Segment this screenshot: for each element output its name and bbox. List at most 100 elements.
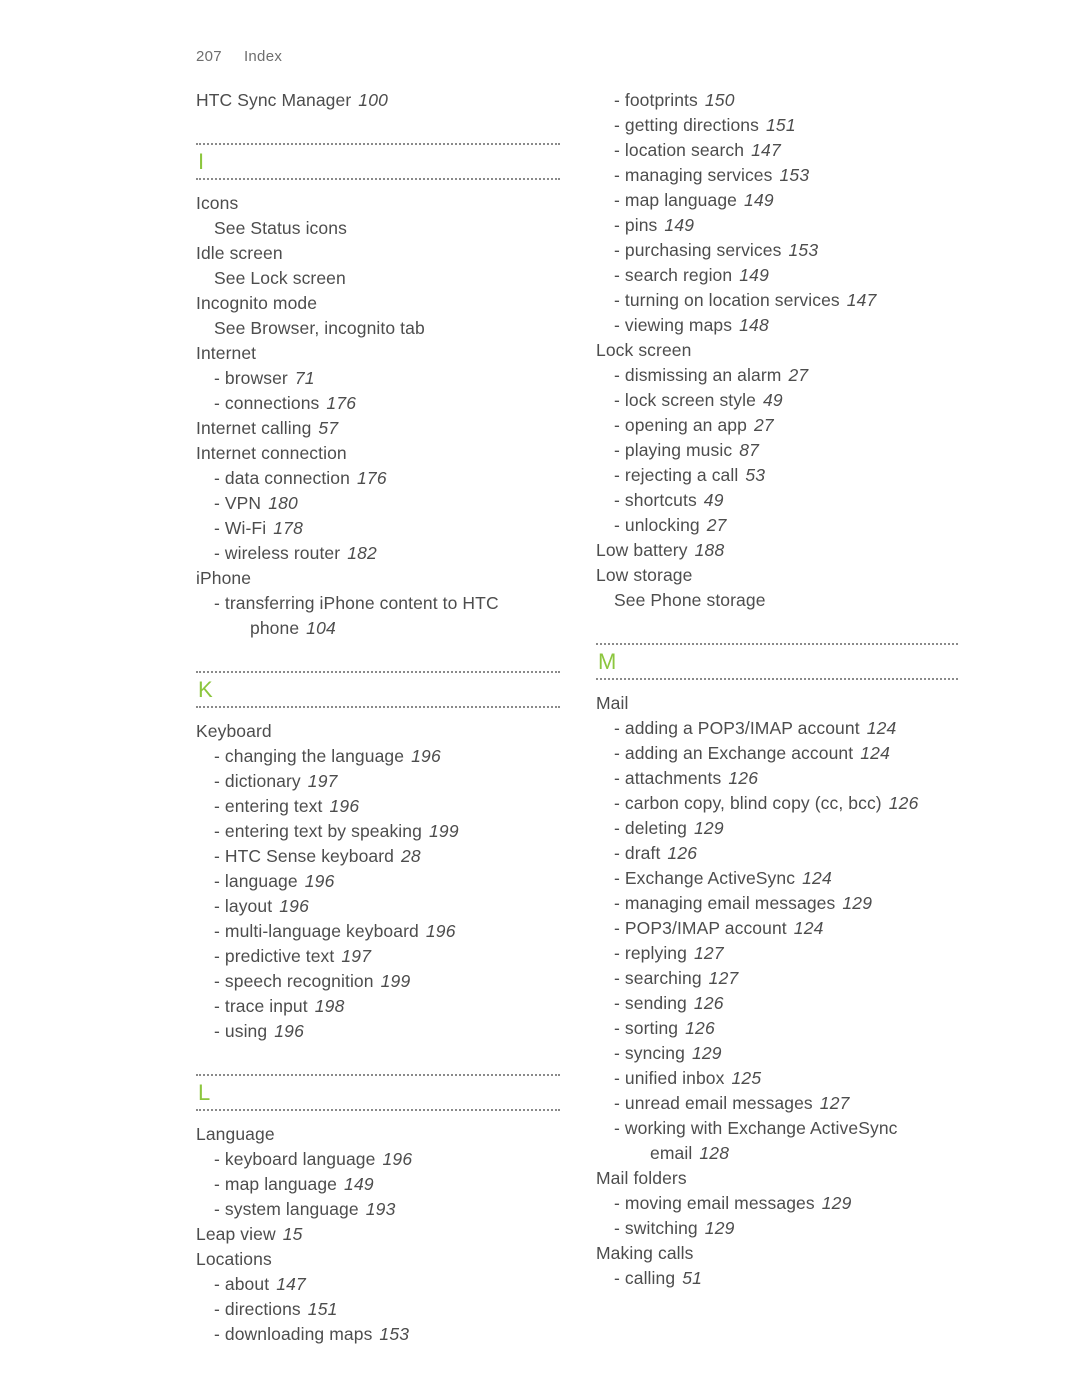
index-entry-label: - unified inbox — [614, 1068, 725, 1088]
index-entry-downloading-maps: - downloading maps 153 — [196, 1322, 560, 1347]
index-entry-label: - lock screen style — [614, 390, 756, 410]
index-entry-lock-screen-style: - lock screen style 49 — [596, 388, 958, 413]
index-entry-mail-folders: Mail folders — [596, 1166, 958, 1191]
index-entry-label: Internet calling — [196, 418, 312, 438]
letter-rule-bottom — [196, 706, 560, 708]
index-entry-page-number: 193 — [365, 1199, 396, 1219]
index-entry-page-number: 180 — [268, 493, 298, 513]
index-entry-page-number: 27 — [753, 415, 774, 435]
index-entry-low-battery: Low battery 188 — [596, 538, 958, 563]
index-entry-label: - turning on location services — [614, 290, 840, 310]
index-entry-browser: - browser 71 — [196, 366, 560, 391]
index-entry-page-number: 129 — [704, 1218, 735, 1238]
index-letter-section-k: K — [196, 671, 560, 708]
index-entry-page-number: 51 — [682, 1268, 703, 1288]
index-entry-page-number: 15 — [282, 1224, 303, 1244]
index-entry-page-number: 196 — [279, 896, 310, 916]
index-entry-label: - carbon copy, blind copy (cc, bcc) — [614, 793, 882, 813]
index-entry-label: - keyboard language — [214, 1149, 376, 1169]
index-entry-page-number: 126 — [693, 993, 724, 1013]
index-entry-dismissing-an-alarm: - dismissing an alarm 27 — [596, 363, 958, 388]
letter-heading: L — [198, 1080, 211, 1105]
index-entry-label: - replying — [614, 943, 687, 963]
index-entry-idle-screen: Idle screen — [196, 241, 560, 266]
index-entry-page-number: 196 — [425, 921, 456, 941]
index-entry-label: - entering text — [214, 796, 323, 816]
index-entry-page-number: 87 — [739, 440, 760, 460]
index-entry-exchange-activesync: - Exchange ActiveSync 124 — [596, 866, 958, 891]
index-entry-page-number: 128 — [699, 1143, 730, 1163]
letter-heading: M — [598, 649, 617, 674]
index-entry-search-region: - search region 149 — [596, 263, 958, 288]
index-entry-vpn: - VPN 180 — [196, 491, 560, 516]
index-entry-page-number: 129 — [694, 818, 724, 838]
index-entry-page-number: 147 — [846, 290, 877, 310]
index-entry-page-number: 53 — [745, 465, 766, 485]
index-entry-entering-text-by-speaking: - entering text by speaking 199 — [196, 819, 560, 844]
index-entry-page-number: 199 — [380, 971, 411, 991]
index-entry-label: Lock screen — [596, 340, 692, 360]
index-entry-purchasing-services: - purchasing services 153 — [596, 238, 958, 263]
index-entry-using: - using 196 — [196, 1019, 560, 1044]
index-entry-label: - data connection — [214, 468, 350, 488]
index-entry-language: Language — [196, 1122, 560, 1147]
index-entry-mail: Mail — [596, 691, 958, 716]
index-entry-page-number: 27 — [788, 365, 809, 385]
index-entry-page-number: 196 — [304, 871, 335, 891]
index-entry-page-number: 196 — [411, 746, 441, 766]
index-entry-page-number: 153 — [779, 165, 810, 185]
index-entry-label: - searching — [614, 968, 702, 988]
index-entry-unified-inbox: - unified inbox 125 — [596, 1066, 958, 1091]
index-entry-label: - purchasing services — [614, 240, 782, 260]
index-entry-group-l: Language - keyboard language 196 - map lang… — [196, 1122, 560, 1347]
index-entry-page-number: 182 — [347, 543, 377, 563]
index-entry-label: - getting directions — [614, 115, 759, 135]
letter-rule-bottom — [596, 678, 958, 680]
index-entry-page-number: 126 — [888, 793, 919, 813]
index-entry-see-status-icons: See Status icons — [196, 216, 560, 241]
index-entry-page-number: 176 — [326, 393, 357, 413]
index-entry-label: - predictive text — [214, 946, 335, 966]
index-entry-label: - changing the language — [214, 746, 405, 766]
index-entry-adding-an-exchange-account: - adding an Exchange account 124 — [596, 741, 958, 766]
index-entry-page-number: 126 — [685, 1018, 715, 1038]
index-entry-label: - shortcuts — [614, 490, 697, 510]
index-entry-multi-language-keyboard: - multi-language keyboard 196 — [196, 919, 560, 944]
index-entry-rejecting-a-call: - rejecting a call 53 — [596, 463, 958, 488]
index-entry-page-number: 149 — [664, 215, 695, 235]
index-entry-page-number: 124 — [866, 718, 897, 738]
index-entry-locations: Locations — [196, 1247, 560, 1272]
page-folio: 207 Index — [196, 48, 282, 65]
index-entry-page-number: 100 — [358, 90, 389, 110]
index-entry-page-number: 104 — [306, 618, 336, 638]
index-entry-page-number: 124 — [860, 743, 891, 763]
index-entry-label: - browser — [214, 368, 288, 388]
index-entry-shortcuts: - shortcuts 49 — [596, 488, 958, 513]
index-entry-label: - transferring iPhone content to HTC — [214, 593, 499, 613]
index-page: 207 Index HTC Sync Manager 100 I Icons See St… — [0, 0, 1080, 1397]
index-entry-label: Mail — [596, 693, 629, 713]
index-entry-label: - downloading maps — [214, 1324, 373, 1344]
index-entry-label: iPhone — [196, 568, 252, 588]
index-entry-page-number: 153 — [788, 240, 819, 260]
index-entry-keyboard-language: - keyboard language 196 — [196, 1147, 560, 1172]
index-entry-calling: - calling 51 — [596, 1266, 958, 1291]
index-entry-label: - moving email messages — [614, 1193, 815, 1213]
index-entry-data-connection: - data connection 176 — [196, 466, 560, 491]
index-entry-replying: - replying 127 — [596, 941, 958, 966]
index-entry-transferring-iphone-content-to-htc: - transferring iPhone content to HTC — [196, 591, 560, 616]
index-entry-trace-input: - trace input 198 — [196, 994, 560, 1019]
index-entry-leap-view: Leap view 15 — [196, 1222, 560, 1247]
index-entry-label: - adding a POP3/IMAP account — [614, 718, 860, 738]
index-entry-label: - map language — [214, 1174, 338, 1194]
index-entry-lock-screen: Lock screen — [596, 338, 958, 363]
index-entry-page-number: 127 — [708, 968, 739, 988]
letter-heading: K — [198, 677, 214, 702]
index-entry-internet: Internet — [196, 341, 560, 366]
index-entry-label: - VPN — [214, 493, 262, 513]
index-entry-speech-recognition: - speech recognition 199 — [196, 969, 560, 994]
index-entry-label: - unlocking — [614, 515, 700, 535]
index-entry-dictionary: - dictionary 197 — [196, 769, 560, 794]
index-entry-searching: - searching 127 — [596, 966, 958, 991]
index-entry-label: Internet connection — [196, 443, 347, 463]
